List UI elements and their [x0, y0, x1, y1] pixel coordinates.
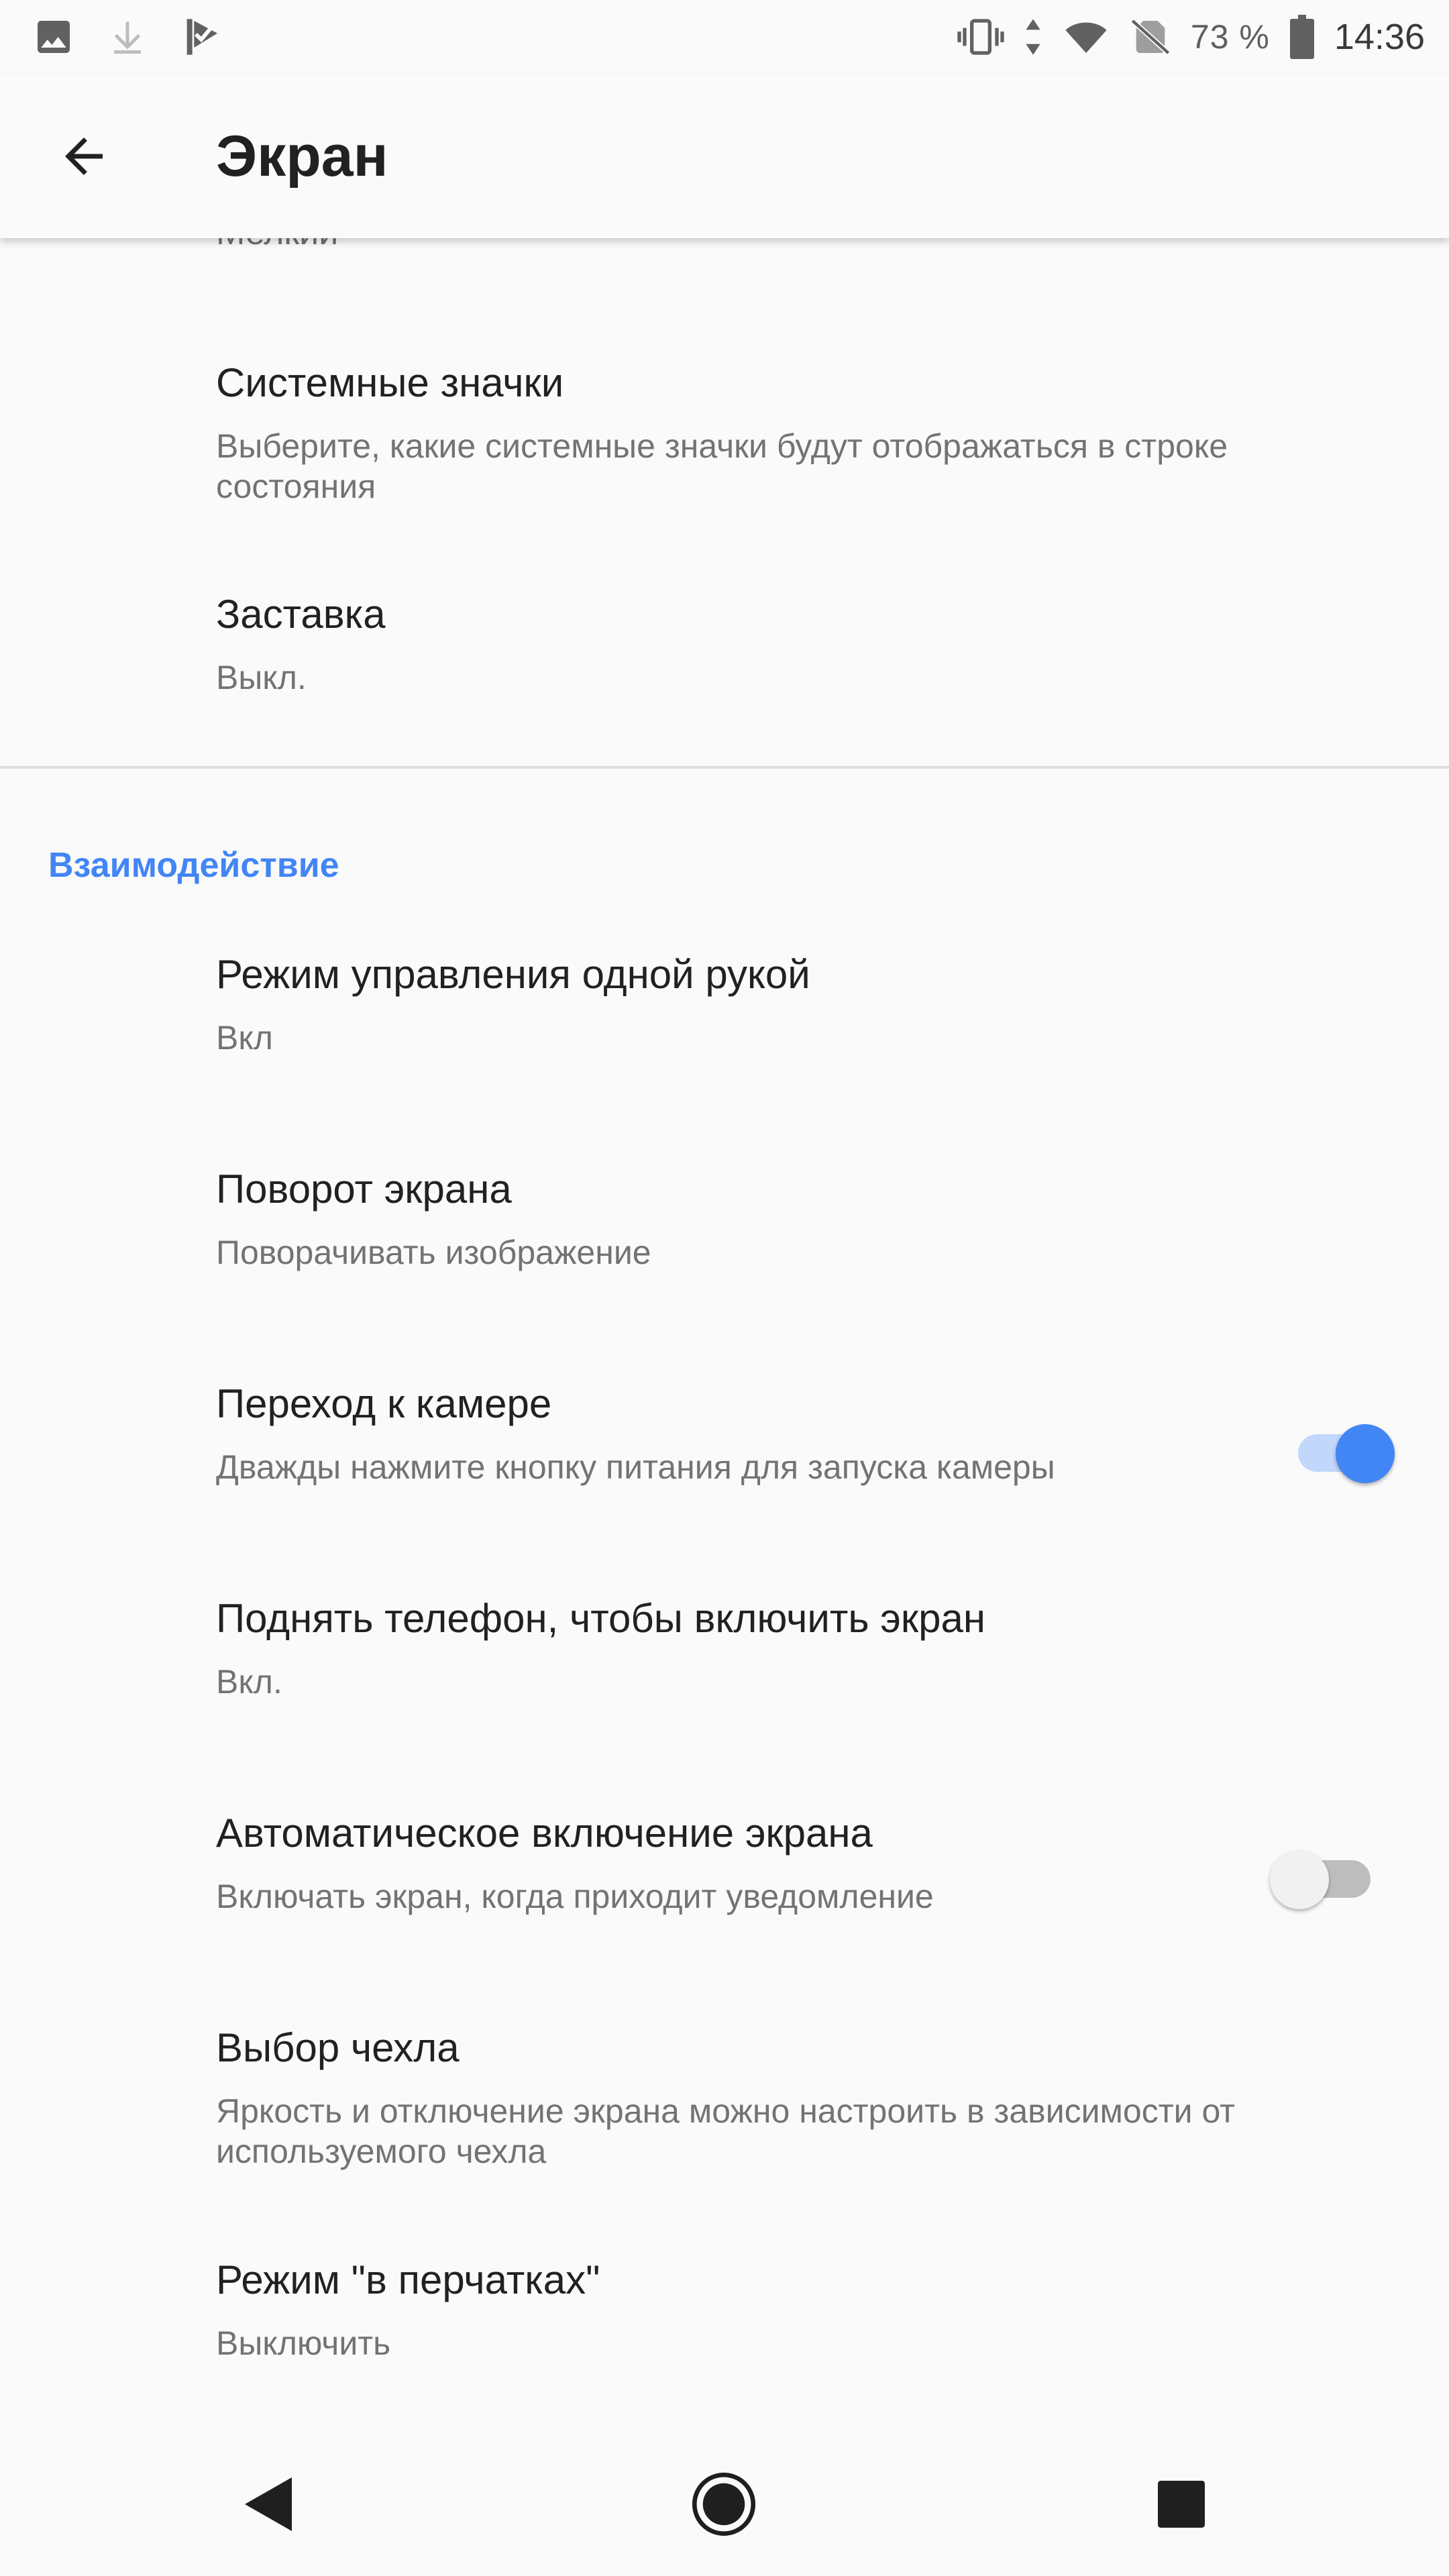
section-divider [0, 766, 1449, 769]
image-icon [32, 15, 75, 58]
pref-title: Системные значки [216, 360, 564, 405]
pref-screensaver[interactable]: Заставка Выкл. [216, 590, 1289, 698]
clock: 14:36 [1334, 17, 1425, 57]
pref-lift-to-wake[interactable]: Поднять телефон, чтобы включить экран Вк… [216, 1595, 1289, 1702]
switch-thumb [1336, 1424, 1395, 1483]
status-bar-notification-icons [32, 13, 223, 60]
page-title: Экран [216, 124, 388, 189]
back-triangle-icon [241, 2474, 295, 2538]
no-sim-icon [1129, 15, 1172, 58]
pref-title: Выбор чехла [216, 2025, 460, 2070]
pref-system-icons[interactable]: Системные значки Выберите, какие системн… [216, 359, 1289, 506]
pref-title: Режим управления одной рукой [216, 952, 810, 997]
camera-gesture-switch[interactable] [1291, 1412, 1399, 1486]
data-arrows-icon [1023, 15, 1043, 58]
recents-square-icon [1158, 2480, 1205, 2531]
pref-cover-selection[interactable]: Выбор чехла Яркость и отключение экрана … [216, 2024, 1289, 2171]
wifi-icon [1062, 15, 1110, 58]
pref-screen-rotation[interactable]: Поворот экрана Поворачивать изображение [216, 1165, 1289, 1273]
pref-summary: Вкл [216, 1019, 273, 1057]
vibrate-icon [957, 15, 1004, 58]
app-bar: Экран [0, 74, 1449, 238]
pref-title: Поднять телефон, чтобы включить экран [216, 1596, 986, 1641]
pref-summary: Включать экран, когда приходит уведомлен… [216, 1878, 934, 1915]
pref-title: Переход к камере [216, 1381, 552, 1426]
pref-summary: Яркость и отключение экрана можно настро… [216, 2092, 1236, 2170]
battery-percent: 73 % [1190, 18, 1270, 56]
ambient-display-switch[interactable] [1270, 1838, 1377, 1912]
pref-title: Заставка [216, 592, 386, 637]
category-header-interaction: Взаимодействие [48, 846, 339, 885]
home-circle-icon [690, 2471, 757, 2541]
status-bar-system-icons: 73 % 14:36 [957, 12, 1425, 62]
cut-off-summary: Мелкий [216, 238, 338, 253]
settings-list[interactable]: Мелкий Системные значки Выберите, какие … [0, 238, 1449, 2435]
back-button[interactable] [40, 114, 127, 201]
pref-title: Автоматическое включение экрана [216, 1811, 873, 1856]
status-bar: 73 % 14:36 [0, 0, 1449, 74]
pref-summary: Вкл. [216, 1663, 282, 1701]
pref-title: Режим "в перчатках" [216, 2257, 600, 2302]
nav-recents-button[interactable] [1138, 2462, 1225, 2549]
checkmark-flag-icon [180, 15, 223, 58]
pref-summary: Выкл. [216, 659, 307, 696]
pref-summary: Выберите, какие системные значки будут о… [216, 427, 1228, 505]
pref-glove-mode[interactable]: Режим "в перчатках" Выключить [216, 2256, 1289, 2363]
pref-summary: Поворачивать изображение [216, 1234, 651, 1271]
download-icon [107, 17, 148, 57]
nav-home-button[interactable] [680, 2462, 767, 2549]
pref-title: Поворот экрана [216, 1167, 512, 1212]
navigation-bar [0, 2435, 1449, 2576]
switch-thumb [1270, 1850, 1329, 1909]
nav-back-button[interactable] [225, 2462, 312, 2549]
pref-ambient-display[interactable]: Автоматическое включение экрана Включать… [216, 1809, 1222, 1917]
pref-summary: Дважды нажмите кнопку питания для запуск… [216, 1448, 1055, 1486]
arrow-back-icon [56, 128, 112, 188]
pref-one-hand-mode[interactable]: Режим управления одной рукой Вкл [216, 951, 1289, 1058]
pref-camera-gesture[interactable]: Переход к камере Дважды нажмите кнопку п… [216, 1380, 1222, 1487]
battery-icon [1289, 15, 1316, 59]
pref-summary: Выключить [216, 2324, 391, 2362]
